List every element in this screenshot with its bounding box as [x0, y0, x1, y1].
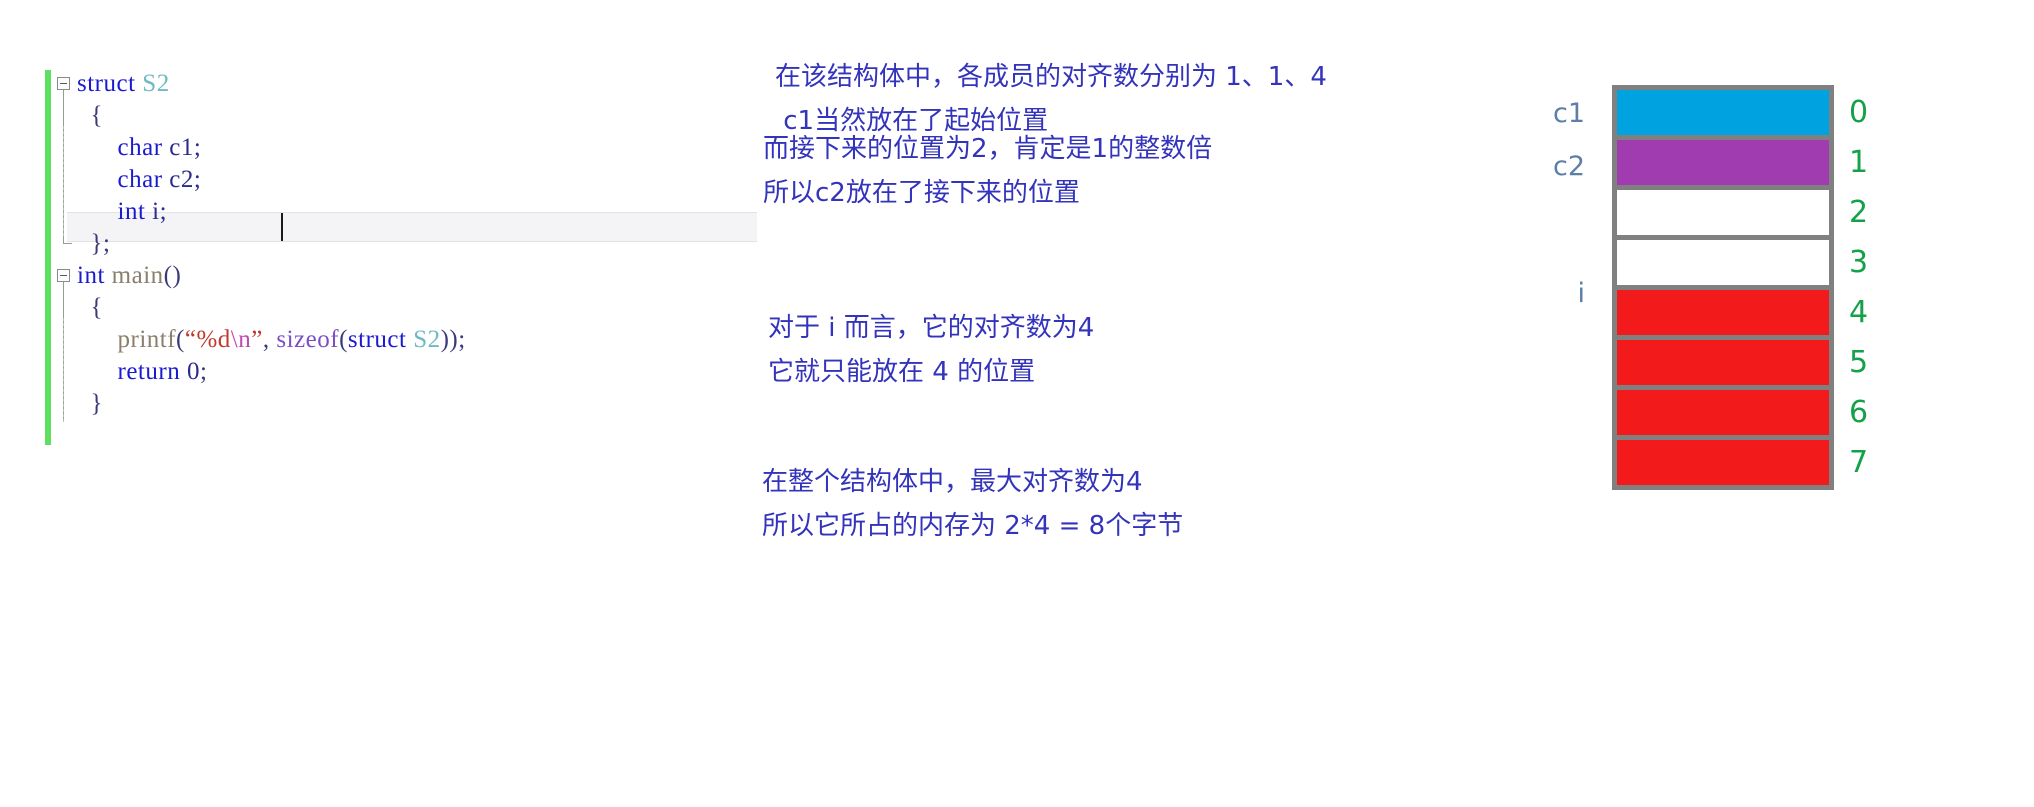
code-token: char — [117, 166, 163, 193]
code-line[interactable]: return 0; — [57, 356, 466, 388]
code-token: ; — [199, 358, 208, 385]
code-line[interactable]: char c2; — [57, 164, 466, 196]
memory-offset-label: 2 — [1849, 194, 1869, 230]
code-gutter-spacer — [57, 100, 77, 132]
annotation-c2-placement: 而接下来的位置为2，肯定是1的整数倍 所以c2放在了接下来的位置 — [763, 127, 1212, 215]
memory-offset-label: 4 — [1849, 294, 1869, 330]
fold-collapse-icon[interactable] — [57, 76, 70, 90]
memory-cell — [1617, 390, 1829, 435]
code-token: S2 — [142, 70, 170, 97]
code-token: i; — [145, 198, 168, 225]
code-line[interactable]: char c1; — [57, 132, 466, 164]
code-gutter-spacer — [57, 292, 77, 324]
annotation-line: 它就只能放在 4 的位置 — [768, 357, 1036, 387]
code-token: { — [77, 294, 103, 321]
memory-cell — [1617, 140, 1829, 185]
code-token: )); — [440, 326, 466, 353]
code-token: { — [77, 102, 103, 129]
vcs-change-bar — [45, 70, 51, 445]
memory-cell — [1617, 240, 1829, 285]
code-token: struct — [77, 70, 136, 97]
memory-layout-diagram: 0 1 2 3 4 5 6 7 c1 c2 i — [1515, 85, 1935, 545]
code-line[interactable]: { — [57, 100, 466, 132]
code-gutter-spacer — [57, 324, 77, 356]
code-token: S2 — [413, 326, 441, 353]
memory-cell — [1617, 340, 1829, 385]
memory-variable-label: c2 — [1552, 151, 1585, 182]
annotation-line: 所以c2放在了接下来的位置 — [763, 178, 1080, 208]
annotation-line: 所以它所占的内存为 2*4 = 8个字节 — [762, 511, 1184, 541]
code-line[interactable]: int main() — [57, 260, 466, 292]
memory-offset-label: 0 — [1849, 94, 1869, 130]
code-token: c1; — [162, 134, 202, 161]
code-line[interactable]: { — [57, 292, 466, 324]
annotation-total-size: 在整个结构体中，最大对齐数为4 所以它所占的内存为 2*4 = 8个字节 — [762, 460, 1183, 548]
memory-offset-label: 5 — [1849, 344, 1869, 380]
annotation-line: 在整个结构体中，最大对齐数为4 — [762, 467, 1143, 497]
code-gutter-spacer — [57, 132, 77, 164]
code-fold-gutter[interactable] — [57, 260, 77, 292]
memory-offset-label: 6 — [1849, 394, 1869, 430]
code-token: sizeof — [276, 326, 340, 353]
memory-offset-label: 3 — [1849, 244, 1869, 280]
code-token: \n — [230, 326, 252, 353]
code-editor-pane[interactable]: struct S2 { char c1; char c2; int i; }; i… — [45, 68, 765, 448]
code-token: }; — [77, 230, 111, 257]
fold-guide-tick — [63, 243, 72, 244]
code-token: 0 — [186, 358, 200, 385]
memory-cell — [1617, 440, 1829, 485]
code-gutter-spacer — [57, 196, 77, 228]
memory-cell-stack — [1612, 85, 1834, 490]
code-token: return — [117, 358, 181, 385]
code-line[interactable]: int i; — [57, 196, 466, 228]
memory-offset-label: 7 — [1849, 444, 1869, 480]
memory-cell — [1617, 290, 1829, 335]
code-token: “%d — [184, 326, 231, 353]
code-token: c2; — [162, 166, 202, 193]
code-line[interactable]: } — [57, 388, 466, 420]
memory-variable-label: i — [1577, 278, 1585, 309]
memory-cell — [1617, 90, 1829, 135]
memory-cell — [1617, 190, 1829, 235]
code-token: ( — [339, 326, 348, 353]
fold-guide-line — [63, 126, 64, 236]
memory-offset-label: 1 — [1849, 144, 1869, 180]
code-gutter-spacer — [57, 228, 77, 260]
code-line[interactable]: struct S2 — [57, 68, 466, 100]
fold-collapse-icon[interactable] — [57, 268, 70, 282]
code-line[interactable]: printf(“%d\n”, sizeof(struct S2)); — [57, 324, 466, 356]
code-token: } — [77, 390, 103, 417]
code-token: ” — [251, 326, 263, 353]
code-token: ( — [176, 326, 185, 353]
annotation-line: 在该结构体中，各成员的对齐数分别为 1、1、4 — [775, 62, 1327, 92]
code-gutter-spacer — [57, 164, 77, 196]
code-text[interactable]: struct S2 { char c1; char c2; int i; }; i… — [57, 68, 466, 420]
code-line[interactable]: }; — [57, 228, 466, 260]
code-token: , — [262, 326, 277, 353]
annotation-i-placement: 对于 i 而言，它的对齐数为4 它就只能放在 4 的位置 — [768, 306, 1094, 394]
code-fold-gutter[interactable] — [57, 68, 77, 100]
code-gutter-spacer — [57, 356, 77, 388]
code-token: main — [111, 262, 164, 289]
code-token: printf — [117, 326, 177, 353]
code-token: () — [163, 262, 182, 289]
code-token: int — [117, 198, 146, 225]
annotation-line: 而接下来的位置为2，肯定是1的整数倍 — [763, 134, 1213, 164]
code-token: struct — [347, 326, 407, 353]
code-token: int — [77, 262, 105, 289]
memory-variable-label: c1 — [1552, 98, 1585, 129]
fold-guide-line — [63, 318, 64, 422]
code-token: char — [117, 134, 163, 161]
annotation-line: 对于 i 而言，它的对齐数为4 — [768, 313, 1095, 343]
code-gutter-spacer — [57, 388, 77, 420]
